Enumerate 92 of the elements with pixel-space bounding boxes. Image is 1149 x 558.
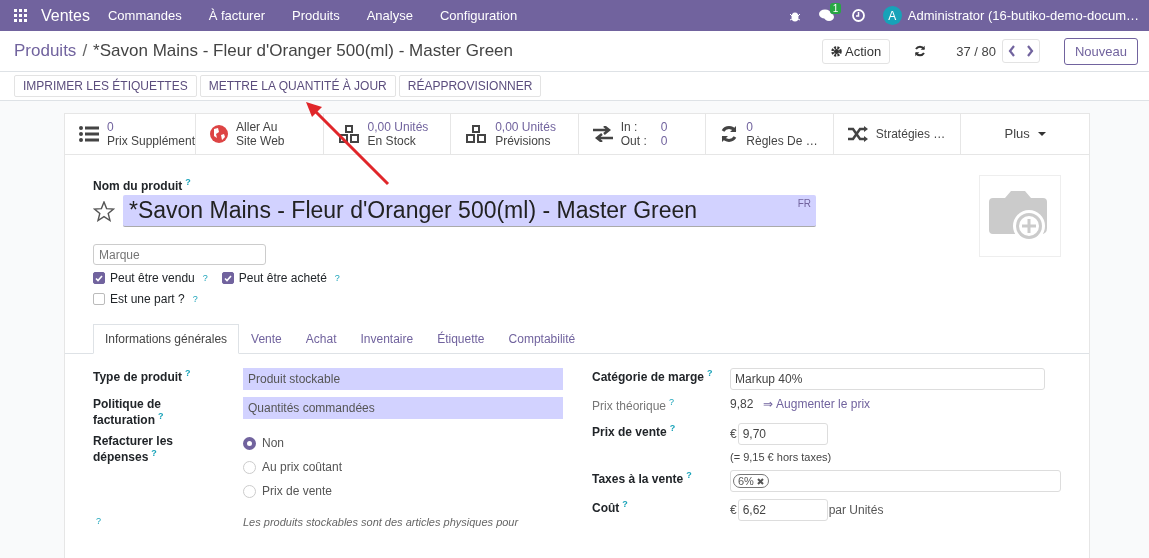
tab[interactable]: Inventaire [348,324,426,354]
menu-item[interactable]: À facturer [208,8,265,23]
tab[interactable]: Vente [239,324,294,354]
currency-symbol: € [730,427,737,441]
close-icon[interactable] [756,477,764,485]
settings-icon [831,45,843,57]
tab[interactable]: Informations générales [93,324,240,354]
help-mark[interactable]: ? [192,294,198,304]
pager-text: 37 / 80 [956,43,996,59]
smart-button[interactable]: 0,00 Unités En Stock [323,114,452,154]
tab[interactable]: Achat [293,324,349,354]
menu-item[interactable]: Commandes [107,8,182,23]
help-mark[interactable]: ? [334,273,340,283]
select-field[interactable]: Quantités commandées [243,397,563,419]
exchange-icon [592,126,613,142]
product-name-field[interactable]: *Savon Mains - Fleur d'Oranger 500(ml) - Master Green FR [123,195,816,227]
help-mark[interactable]: ? [622,499,628,509]
unit-text: par Unités [828,503,884,517]
star-icon[interactable] [93,200,115,222]
refresh-icon [720,125,739,143]
radio-option[interactable]: Non [243,436,563,450]
menu-item[interactable]: Produits [292,8,340,23]
chevron-right-icon [1025,45,1034,57]
field-label: Refacturer les dépenses $^{?}$ [93,434,175,464]
brand-field[interactable]: Marque [93,244,266,265]
clock-icon[interactable] [851,9,865,22]
help-mark[interactable]: ? [202,273,208,283]
help-mark[interactable]: ? [669,397,675,407]
shuffle-icon [847,126,868,142]
price-field[interactable]: 9,70 [737,423,828,445]
globe-icon [210,125,229,143]
refresh-icon[interactable] [914,45,927,57]
field-label: Coût $^{?}$ [592,499,629,515]
currency-symbol: € [730,503,737,517]
field-label: Prix théorique $^{?}$ [592,397,676,413]
chat-icon[interactable] [818,9,834,22]
chevron-left-icon [1007,45,1016,57]
tab[interactable]: Comptabilité [496,324,588,354]
field-label: Type de produit $^{?}$ [93,368,192,384]
header-button[interactable]: IMPRIMER LES ÉTIQUETTES [14,75,197,97]
breadcrumb-separator: / [82,41,88,61]
smart-button[interactable]: Stratégies … [833,114,962,154]
tab[interactable]: Étiquette [425,324,497,354]
app-name[interactable]: Ventes [41,6,90,25]
field-label: Taxes à la vente $^{?}$ [592,470,693,486]
help-mark[interactable]: ? [96,516,243,526]
check-icon [223,274,232,282]
new-button[interactable]: Nouveau [1063,37,1138,65]
help-mark[interactable]: ? [185,177,191,187]
check-icon [95,274,103,282]
more-button[interactable]: Plus [961,114,1089,154]
help-mark[interactable]: ? [151,448,157,458]
help-text: Les produits stockables sont des articles physiques pour [243,516,520,528]
list-icon [79,126,99,142]
apps-menu-icon[interactable] [14,9,27,22]
record-title: *Savon Mains - Fleur d'Oranger 500(ml) - Master Green [93,41,513,61]
field-label: Nom du produit $^{?}$ [93,179,191,193]
help-mark[interactable]: ? [185,368,191,378]
field-label: Prix de vente $^{?}$ [592,423,677,439]
menu-item[interactable]: Configuration [439,8,518,23]
smart-button[interactable]: 0 Prix Supplément [65,114,197,154]
smart-button[interactable]: In : 0 Out : 0 [578,114,707,154]
user-name[interactable]: Administrator (16-butiko-demo-docum… [907,8,1139,23]
user-avatar[interactable]: A [882,6,902,25]
language-tag[interactable]: FR [797,198,811,209]
smart-button[interactable]: 0,00 Unités Prévisions [451,114,579,154]
caret-icon [1037,131,1046,137]
breadcrumb-link[interactable]: Produits [14,41,77,61]
field-label: Catégorie de marge $^{?}$ [592,368,714,384]
help-mark[interactable]: ? [158,411,164,421]
help-mark[interactable]: ? [669,423,676,433]
header-button[interactable]: METTRE LA QUANTITÉ À JOUR [199,75,396,97]
notification-badge: 1 [829,3,842,14]
increase-price-link[interactable]: ⇒ Augmenter le prix [763,397,871,411]
cubes-icon [465,124,488,144]
smart-button[interactable]: 0 Règles De … [706,114,834,154]
field-label: Politique de facturation $^{?}$ [93,397,165,427]
header-button[interactable]: RÉAPPROVISIONNER [398,75,542,97]
input-field[interactable]: Markup 40% [730,368,1045,390]
smart-button[interactable]: Aller Au Site Web [196,114,324,154]
help-mark[interactable]: ? [707,368,713,378]
tags-field[interactable]: 6% [730,470,1061,492]
tax-note: (= 9,15 € hors taxes) [730,451,833,463]
price-field[interactable]: 6,62 [737,499,828,521]
cubes-icon [337,124,360,144]
radio-option[interactable]: Prix de vente [243,484,563,498]
select-field[interactable]: Produit stockable [243,368,563,390]
radio-option[interactable]: Au prix coûtant [243,460,563,474]
help-mark[interactable]: ? [686,470,692,480]
menu-item[interactable]: Analyse [366,8,413,23]
action-button[interactable]: Action [822,38,891,64]
value-text: 9,82 [730,397,754,411]
